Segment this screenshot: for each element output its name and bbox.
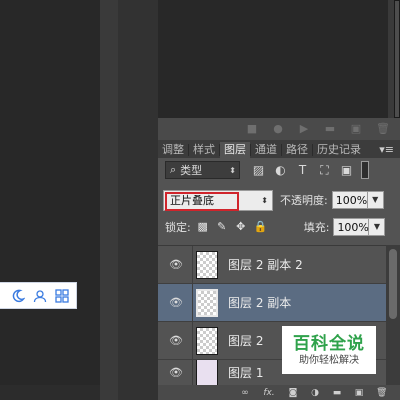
- filter-kind-select[interactable]: ⌕ 类型 ⬍: [165, 161, 240, 179]
- eye-icon[interactable]: 👁: [166, 258, 186, 271]
- play-icon[interactable]: ▶: [298, 123, 310, 135]
- adjustment-icon[interactable]: ◑: [310, 388, 320, 398]
- workspace-gutter: [100, 0, 118, 400]
- adjustment-filter-icon[interactable]: ◐: [274, 163, 287, 177]
- layer-thumbnail: [196, 288, 218, 317]
- layer-thumbnail: [196, 250, 218, 279]
- layers-scrollbar[interactable]: [386, 245, 400, 385]
- chevron-down-icon[interactable]: ▼: [367, 191, 384, 209]
- layer-name: 图层 1: [228, 366, 264, 380]
- chevron-updown-icon: ⬍: [261, 195, 268, 205]
- lock-move-icon[interactable]: ✥: [235, 221, 247, 233]
- fill-field[interactable]: 100%: [333, 218, 370, 236]
- chevron-updown-icon: ⬍: [229, 165, 236, 175]
- layer-thumbnail: [196, 326, 218, 355]
- eye-icon[interactable]: 👁: [166, 366, 186, 379]
- opacity-label: 不透明度:: [280, 194, 328, 207]
- fx-icon[interactable]: fx.: [262, 388, 276, 398]
- user-icon[interactable]: [32, 288, 48, 304]
- workspace-gutter-secondary: [118, 0, 158, 400]
- document-canvas: [0, 0, 100, 385]
- layer-row-selected[interactable]: 👁 图层 2 副本: [158, 283, 386, 322]
- tab-channels[interactable]: 通道: [251, 142, 281, 158]
- blend-mode-select[interactable]: 正片叠底 ⬍: [163, 189, 273, 211]
- smart-object-filter-icon[interactable]: ▣: [340, 163, 353, 177]
- layer-name: 图层 2 副本 2: [228, 258, 303, 272]
- lock-transparency-icon[interactable]: ▩: [197, 221, 209, 233]
- tab-styles[interactable]: 样式: [189, 142, 219, 158]
- row-divider: [192, 321, 193, 360]
- opacity-field[interactable]: 100%: [331, 191, 368, 209]
- search-icon: ⌕: [170, 163, 177, 176]
- row-divider: [192, 245, 193, 284]
- filter-toggle[interactable]: [361, 161, 369, 179]
- new-item-icon[interactable]: ▣: [350, 123, 362, 135]
- link-icon[interactable]: ∞: [240, 388, 250, 398]
- lock-label: 锁定:: [165, 221, 191, 234]
- top-scrollbar[interactable]: [388, 0, 400, 118]
- lock-all-icon[interactable]: 🔒: [254, 221, 268, 233]
- mask-icon[interactable]: ◙: [288, 388, 298, 398]
- trash-icon[interactable]: 🗑: [376, 388, 387, 398]
- eye-icon[interactable]: 👁: [166, 296, 186, 309]
- type-filter-icon[interactable]: T: [296, 163, 309, 177]
- folder-icon[interactable]: ▬: [324, 123, 336, 135]
- tab-history[interactable]: 历史记录: [313, 142, 365, 158]
- highlight-box: [165, 191, 239, 211]
- panel-bottom-bar: ∞ fx. ◙ ◑ ▬ ▣ 🗑: [158, 385, 400, 400]
- lock-brush-icon[interactable]: ✎: [216, 221, 228, 233]
- watermark-subtitle: 助你轻松解决: [299, 354, 359, 366]
- grid-icon[interactable]: [54, 288, 70, 304]
- panel-menu-icon[interactable]: ▾≡: [379, 142, 394, 158]
- tab-layers[interactable]: 图层: [220, 142, 250, 158]
- moon-icon[interactable]: [10, 288, 26, 304]
- fill-label: 填充:: [303, 221, 330, 234]
- layer-name: 图层 2 副本: [228, 296, 292, 310]
- row-divider: [192, 283, 193, 322]
- record-icon[interactable]: ●: [272, 123, 284, 135]
- lock-row: 锁定: ▩ ✎ ✥ 🔒 填充: 100% ▼: [158, 215, 400, 239]
- shape-filter-icon[interactable]: ⛶: [318, 163, 331, 177]
- floating-toolbar: [0, 282, 77, 309]
- eye-icon[interactable]: 👁: [166, 334, 186, 347]
- stop-icon[interactable]: ■: [246, 123, 258, 135]
- tab-paths[interactable]: 路径: [282, 142, 312, 158]
- watermark-title: 百科全说: [293, 333, 365, 354]
- filter-kind-label: 类型: [180, 164, 203, 177]
- blend-row: 正片叠底 ⬍ 不透明度: 100% ▼: [158, 188, 400, 212]
- layer-filter-row: ⌕ 类型 ⬍ ▨ ◐ T ⛶ ▣: [158, 158, 400, 182]
- watermark-logo: 百科全说 助你轻松解决: [282, 326, 376, 374]
- canvas-bottom-strip: [0, 385, 100, 400]
- panel-tabs: 调整 样式 图层 通道 路径 历史记录 ▾≡: [158, 140, 400, 158]
- layer-row[interactable]: 👁 图层 2 副本 2: [158, 245, 386, 284]
- trash-icon[interactable]: 🗑: [376, 123, 390, 135]
- new-layer-icon[interactable]: ▣: [354, 388, 364, 398]
- panel-top-toolbar: ■ ● ▶ ▬ ▣ 🗑: [158, 118, 400, 140]
- top-scrollbar-thumb[interactable]: [394, 0, 400, 118]
- group-icon[interactable]: ▬: [332, 388, 342, 398]
- row-divider: [192, 360, 193, 385]
- pixel-filter-icon[interactable]: ▨: [252, 163, 265, 177]
- layer-thumbnail: [196, 360, 218, 385]
- tab-adjustments[interactable]: 调整: [158, 142, 188, 158]
- chevron-down-icon[interactable]: ▼: [369, 218, 386, 236]
- layers-scrollbar-thumb[interactable]: [389, 249, 397, 319]
- layer-name: 图层 2: [228, 334, 264, 348]
